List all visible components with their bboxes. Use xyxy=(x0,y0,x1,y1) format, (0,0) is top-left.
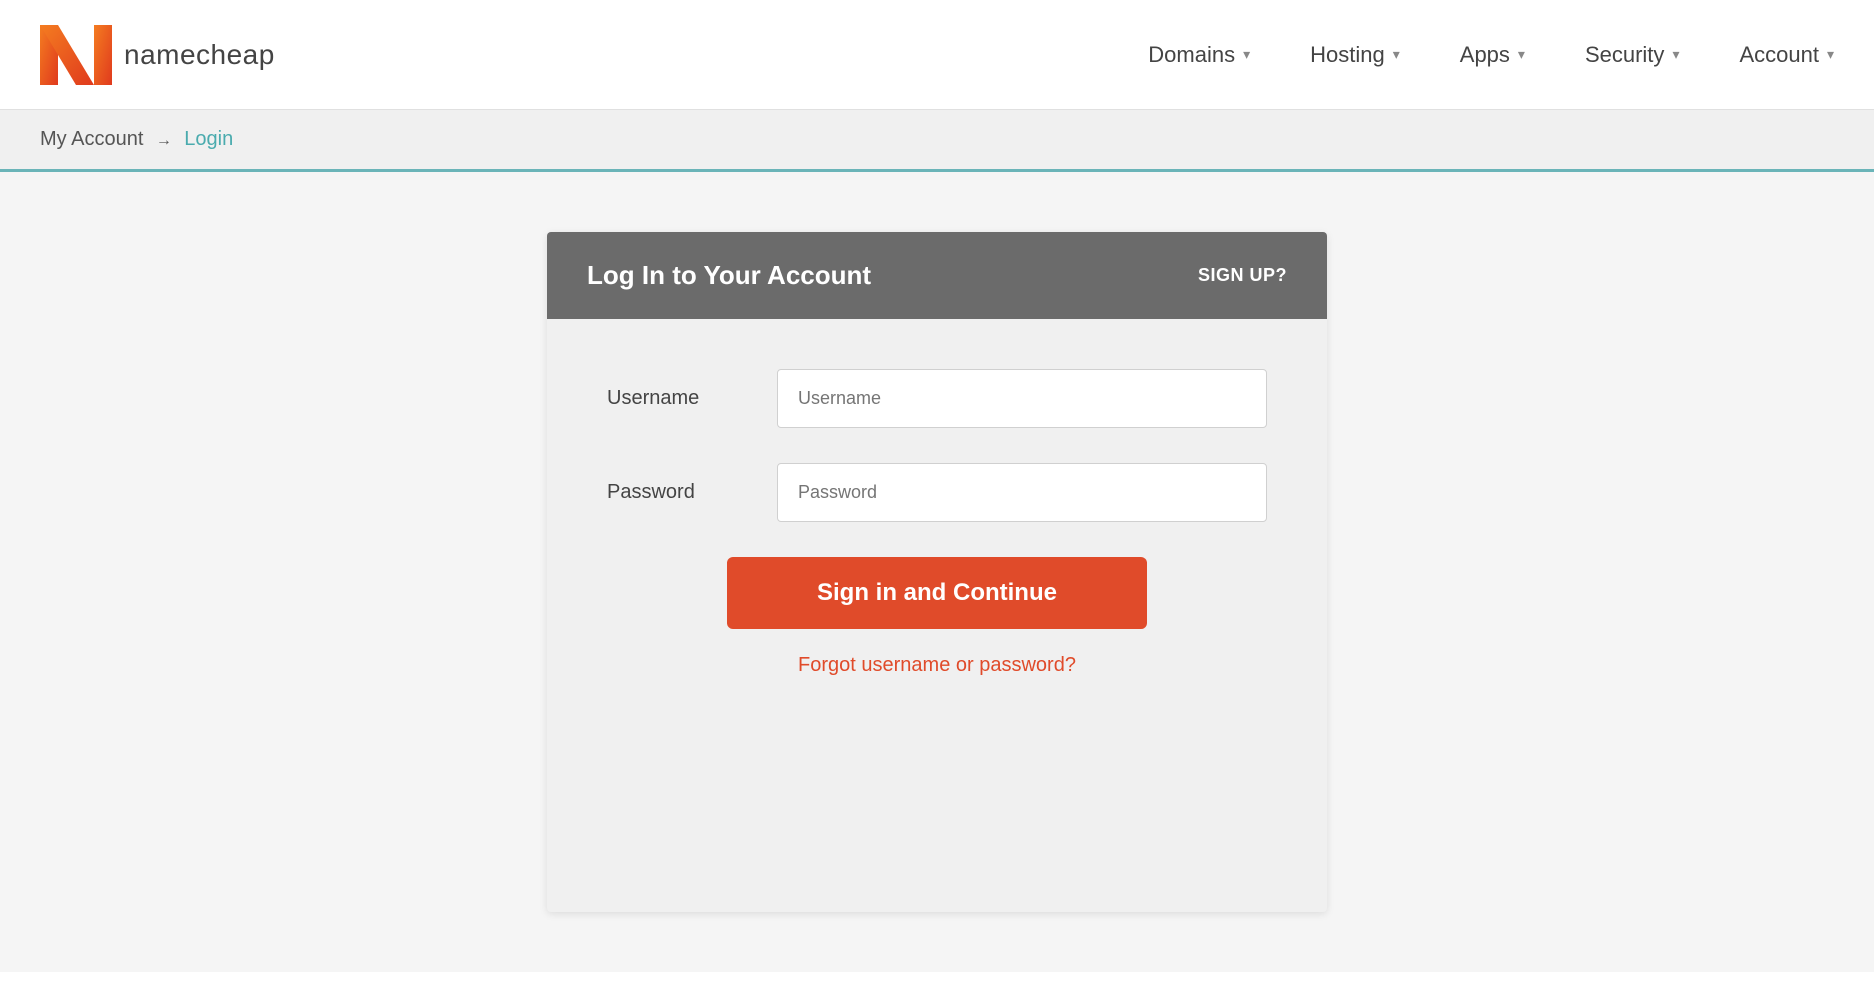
nav-hosting[interactable]: Hosting ▾ xyxy=(1310,42,1400,68)
nav-apps-label: Apps xyxy=(1460,42,1510,68)
nav-security[interactable]: Security ▾ xyxy=(1585,42,1680,68)
login-card: Log In to Your Account SIGN UP? Username… xyxy=(547,232,1327,912)
card-body: Username Password Sign in and Continue F… xyxy=(547,319,1327,737)
card-title: Log In to Your Account xyxy=(587,260,871,291)
username-input[interactable] xyxy=(777,369,1267,428)
logo-text: namecheap xyxy=(124,39,275,71)
breadcrumb-arrow: → xyxy=(156,132,172,149)
chevron-down-icon: ▾ xyxy=(1518,46,1525,63)
site-header: namecheap Domains ▾ Hosting ▾ Apps ▾ Sec… xyxy=(0,0,1874,110)
logo-area: namecheap xyxy=(40,25,1148,85)
main-nav: Domains ▾ Hosting ▾ Apps ▾ Security ▾ Ac… xyxy=(1148,42,1834,68)
username-row: Username xyxy=(607,369,1267,428)
forgot-password-link[interactable]: Forgot username or password? xyxy=(798,654,1076,677)
chevron-down-icon: ▾ xyxy=(1393,46,1400,63)
chevron-down-icon: ▾ xyxy=(1672,46,1679,63)
nav-security-label: Security xyxy=(1585,42,1664,68)
namecheap-logo-icon[interactable] xyxy=(40,25,112,85)
password-label: Password xyxy=(607,481,747,504)
password-row: Password xyxy=(607,463,1267,522)
signin-button[interactable]: Sign in and Continue xyxy=(727,557,1147,629)
nav-account[interactable]: Account ▾ xyxy=(1739,42,1834,68)
card-header: Log In to Your Account SIGN UP? xyxy=(547,232,1327,319)
chevron-down-icon: ▾ xyxy=(1243,46,1250,63)
nav-domains-label: Domains xyxy=(1148,42,1235,68)
nav-domains[interactable]: Domains ▾ xyxy=(1148,42,1250,68)
password-input[interactable] xyxy=(777,463,1267,522)
nav-hosting-label: Hosting xyxy=(1310,42,1385,68)
nav-account-label: Account xyxy=(1739,42,1819,68)
nav-apps[interactable]: Apps ▾ xyxy=(1460,42,1525,68)
breadcrumb-parent[interactable]: My Account xyxy=(40,128,143,150)
breadcrumb-bar: My Account → Login xyxy=(0,110,1874,172)
main-content: Log In to Your Account SIGN UP? Username… xyxy=(0,172,1874,972)
chevron-down-icon: ▾ xyxy=(1827,46,1834,63)
username-label: Username xyxy=(607,387,747,410)
breadcrumb-current: Login xyxy=(184,128,233,150)
signup-link[interactable]: SIGN UP? xyxy=(1198,265,1287,286)
submit-area: Sign in and Continue Forgot username or … xyxy=(607,557,1267,677)
